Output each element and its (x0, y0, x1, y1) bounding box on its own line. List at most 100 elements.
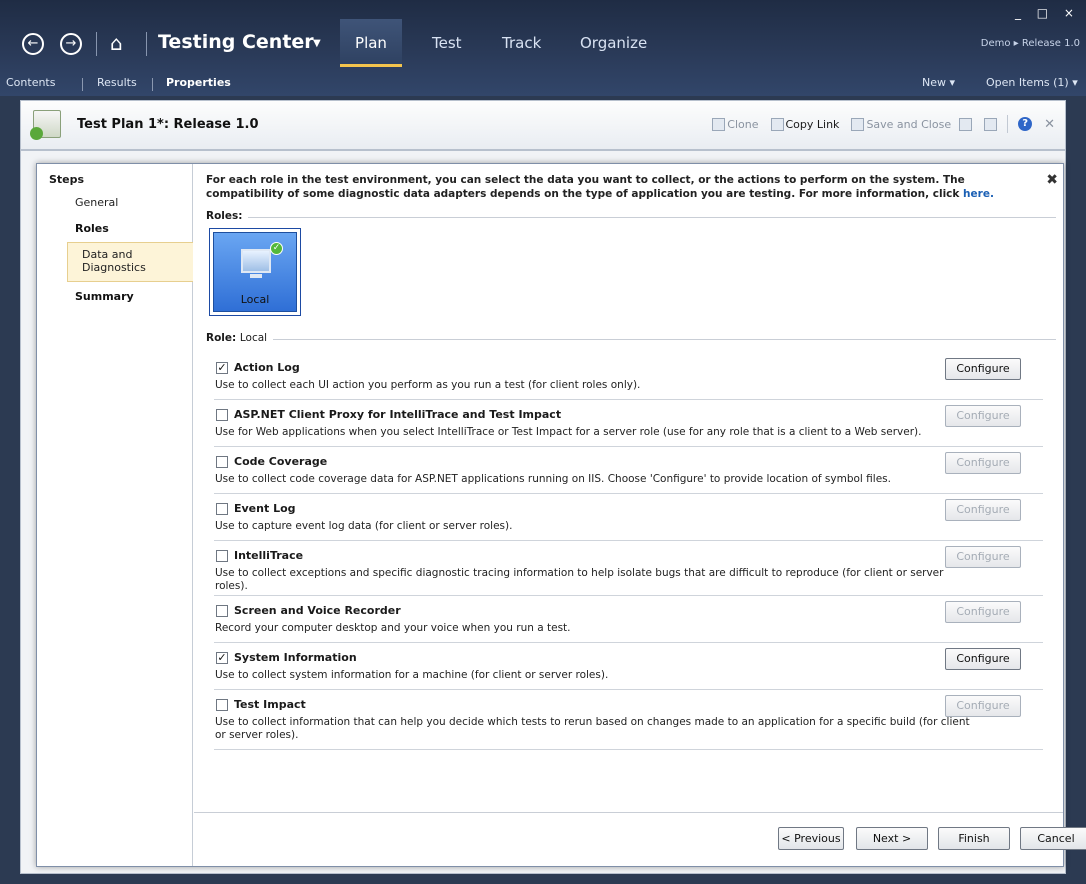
configure-button[interactable]: Configure (945, 695, 1021, 717)
adapter-description: Use to collect each UI action you perfor… (215, 379, 641, 391)
document-toolbar: Clone Copy Link Save and Close ? ✕ (708, 115, 1055, 133)
role-tile-local[interactable]: ✓ Local (209, 228, 301, 316)
adapter-description: Use to collect exceptions and specific d… (215, 567, 944, 592)
divider (206, 339, 1056, 340)
adapter-checkbox[interactable]: ✓ (216, 652, 228, 664)
divider (206, 217, 1056, 218)
step-general[interactable]: General (75, 196, 118, 209)
next-button[interactable]: Next > (856, 827, 928, 850)
tab-plan[interactable]: Plan (340, 19, 402, 67)
computer-icon (241, 249, 271, 278)
save-and-close-label: Save and Close (866, 117, 952, 131)
home-icon[interactable]: ⌂ (110, 31, 136, 57)
configure-button[interactable]: Configure (945, 546, 1021, 568)
wizard-content: For each role in the test environment, y… (194, 164, 1086, 866)
copy-link-button[interactable]: Copy Link (767, 117, 844, 131)
more-info-link[interactable]: here. (963, 188, 994, 200)
subnav-properties[interactable]: Properties (166, 76, 231, 89)
back-icon[interactable]: ← (22, 33, 44, 55)
separator (82, 78, 83, 91)
role-value: Local (239, 332, 268, 344)
adapter-row: IntelliTrace Use to collect exceptions an… (214, 541, 1043, 596)
separator (96, 32, 97, 56)
save-icon[interactable] (959, 117, 973, 131)
tab-organize[interactable]: Organize (580, 34, 647, 52)
adapter-row: Code Coverage Use to collect code coverag… (214, 447, 1043, 494)
previous-button[interactable]: < Previous (778, 827, 844, 850)
new-menu[interactable]: New ▾ (922, 76, 955, 89)
adapter-checkbox[interactable] (216, 503, 228, 515)
adapter-name: Code Coverage (234, 455, 328, 468)
adapter-description: Use for Web applications when you select… (215, 426, 922, 438)
adapter-name: Event Log (234, 502, 296, 515)
cancel-button[interactable]: Cancel (1020, 827, 1086, 850)
help-icon[interactable]: ? (1018, 117, 1033, 131)
role-tile-label: Local (240, 293, 270, 306)
adapter-row: Screen and Voice Recorder Record your com… (214, 596, 1043, 643)
configure-button[interactable]: Configure (945, 358, 1021, 380)
tab-track[interactable]: Track (502, 34, 541, 52)
step-data-and-diagnostics[interactable]: Data and Diagnostics (67, 242, 193, 282)
document-header: Test Plan 1*: Release 1.0 Clone Copy Lin… (20, 100, 1066, 150)
adapter-checkbox[interactable] (216, 605, 228, 617)
adapter-name: IntelliTrace (234, 549, 304, 562)
adapter-row: ASP.NET Client Proxy for IntelliTrace an… (214, 400, 1043, 447)
separator (1007, 115, 1009, 133)
check-icon: ✓ (270, 242, 283, 255)
open-items-menu[interactable]: Open Items (1) ▾ (986, 76, 1078, 89)
adapter-row: Event Log Use to capture event log data (… (214, 494, 1043, 541)
sub-navigation: Contents Results Properties New ▾ Open I… (0, 76, 1086, 96)
chevron-down-icon[interactable]: ▼ (313, 38, 321, 49)
test-settings-wizard: Steps General Roles Data and Diagnostics… (36, 163, 1086, 867)
subnav-results[interactable]: Results (97, 76, 137, 89)
roles-label: Roles: (206, 210, 249, 222)
adapter-checkbox[interactable] (216, 550, 228, 562)
adapter-row: ✓ System Information Use to collect system… (214, 643, 1043, 690)
adapter-description: Use to collect code coverage data for AS… (215, 473, 891, 485)
configure-button[interactable]: Configure (945, 601, 1021, 623)
separator (152, 78, 153, 91)
configure-button[interactable]: Configure (945, 648, 1021, 670)
refresh-icon[interactable] (984, 117, 998, 131)
save-and-close-icon (851, 117, 865, 131)
configure-button[interactable]: Configure (945, 499, 1021, 521)
diagnostic-adapter-list: ✓ Action Log Use to collect each UI action… (214, 353, 1043, 750)
app-title: Testing Center (158, 31, 314, 53)
finish-button[interactable]: Finish (938, 827, 1010, 850)
window-controls[interactable]: _ □ × (1015, 6, 1080, 20)
document-title: Test Plan 1*: Release 1.0 (77, 117, 259, 132)
adapter-row: ✓ Action Log Use to collect each UI action… (214, 353, 1043, 400)
adapter-checkbox[interactable] (216, 456, 228, 468)
subnav-contents[interactable]: Contents (6, 76, 55, 89)
steps-header: Steps (49, 173, 85, 186)
clone-button[interactable]: Clone (708, 117, 762, 131)
clone-label: Clone (727, 117, 759, 131)
step-summary[interactable]: Summary (75, 290, 134, 303)
breadcrumb[interactable]: Demo ▸ Release 1.0 (981, 38, 1080, 49)
save-and-close-button[interactable]: Save and Close (847, 117, 955, 131)
step-roles[interactable]: Roles (75, 222, 109, 235)
configure-button[interactable]: Configure (945, 452, 1021, 474)
role-label: Role: (206, 332, 237, 344)
adapter-checkbox[interactable]: ✓ (216, 362, 228, 374)
adapter-description: Use to capture event log data (for clien… (215, 520, 513, 532)
tab-test[interactable]: Test (432, 34, 462, 52)
copy-link-label: Copy Link (785, 117, 840, 131)
close-document-icon[interactable]: ✕ (1044, 117, 1055, 132)
adapter-checkbox[interactable] (216, 409, 228, 421)
intro-text: For each role in the test environment, y… (206, 173, 1046, 201)
test-plan-icon (30, 110, 61, 140)
divider (194, 812, 1063, 813)
intro-description: For each role in the test environment, y… (206, 174, 965, 200)
adapter-name: System Information (234, 651, 357, 664)
forward-icon[interactable]: → (60, 33, 82, 55)
adapter-name: Test Impact (234, 698, 306, 711)
adapter-name: Action Log (234, 361, 300, 374)
close-icon[interactable]: ✖ (1046, 172, 1058, 188)
adapter-row: Test Impact Use to collect information th… (214, 690, 1043, 750)
configure-button[interactable]: Configure (945, 405, 1021, 427)
adapter-checkbox[interactable] (216, 699, 228, 711)
separator (146, 32, 147, 56)
adapter-name: Screen and Voice Recorder (234, 604, 401, 617)
wizard-steps: Steps General Roles Data and Diagnostics… (37, 164, 193, 866)
